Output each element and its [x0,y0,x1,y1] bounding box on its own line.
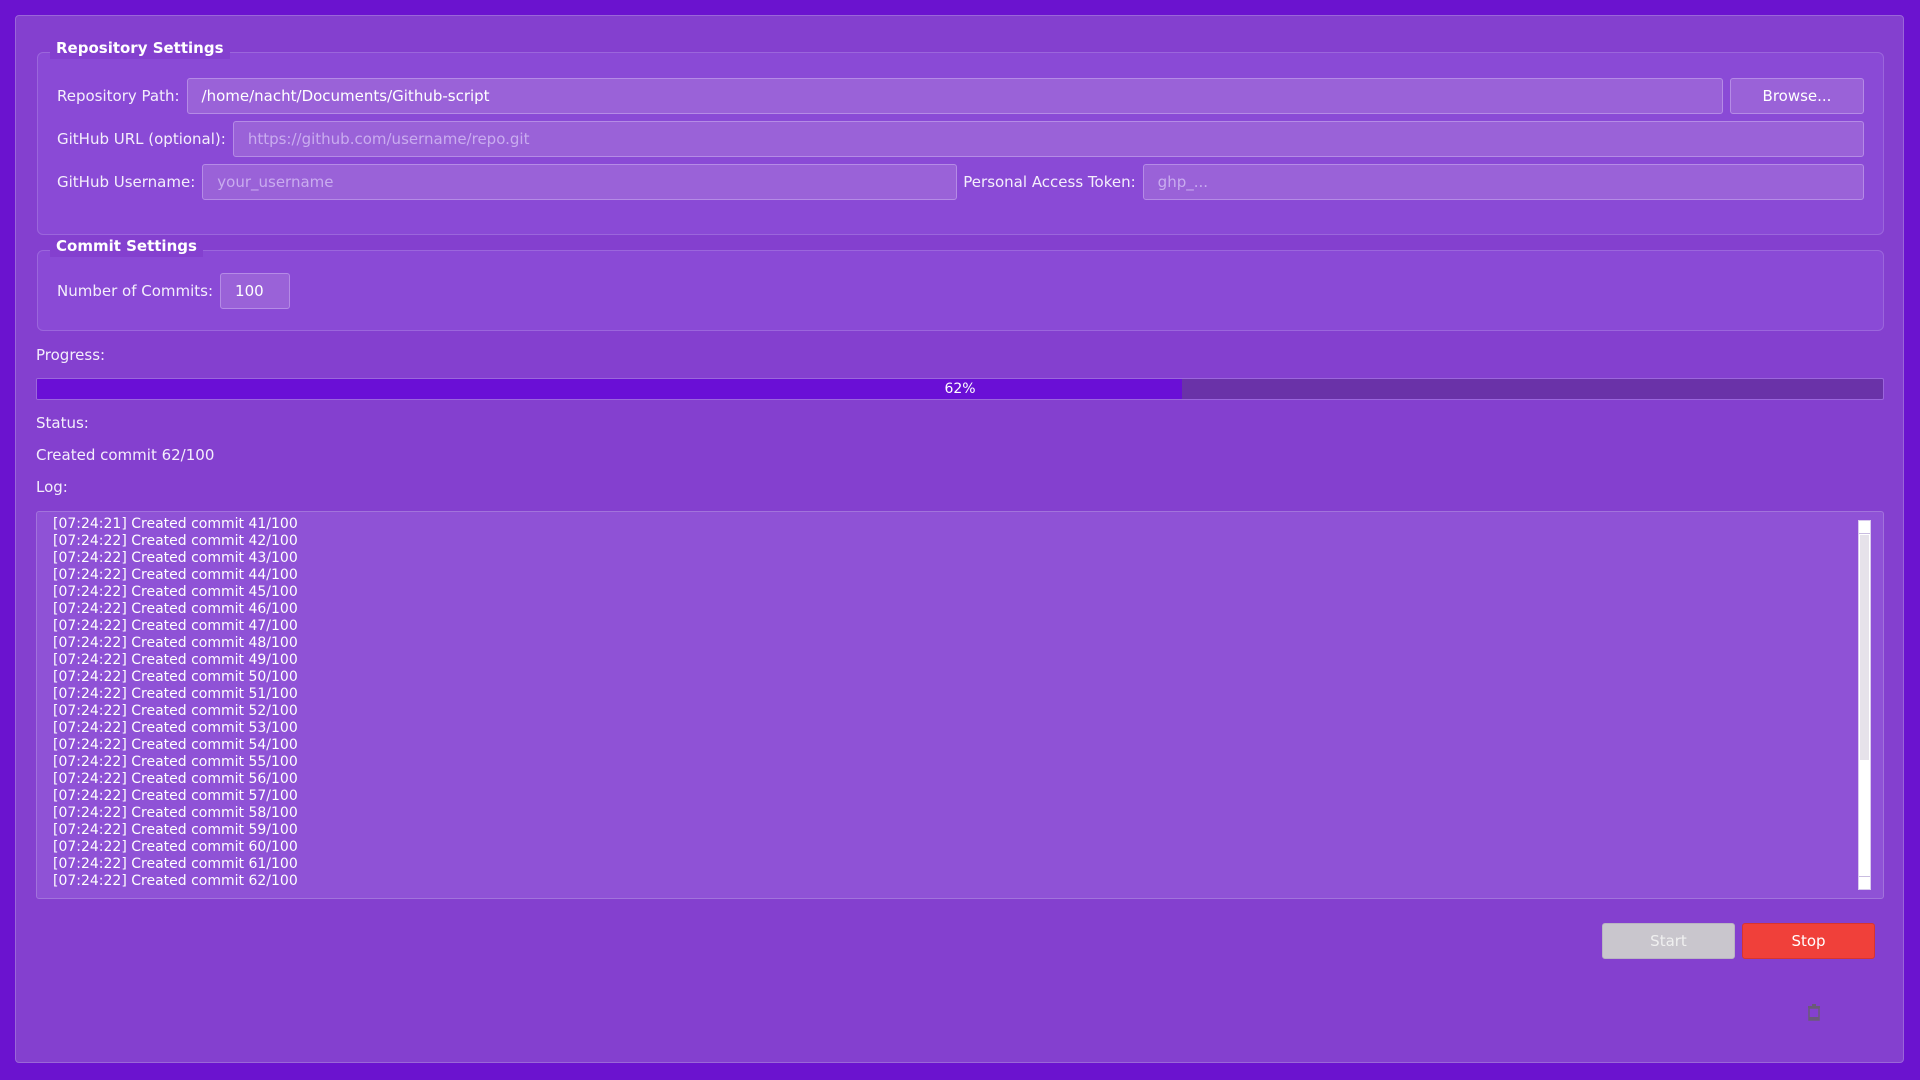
scroll-up-arrow[interactable] [1859,521,1870,534]
log-line: [07:24:22] Created commit 52/100 [53,703,298,719]
trash-icon[interactable] [1806,1003,1822,1021]
log-line: [07:24:22] Created commit 48/100 [53,635,298,651]
log-line: [07:24:22] Created commit 50/100 [53,669,298,685]
log-line: [07:24:22] Created commit 61/100 [53,856,298,872]
log-line: [07:24:22] Created commit 56/100 [53,771,298,787]
repository-settings-title: Repository Settings [50,37,230,59]
commit-settings-title: Commit Settings [50,235,203,257]
repository-path-input[interactable]: /home/nacht/Documents/Github-script [186,78,1723,114]
log-line: [07:24:22] Created commit 62/100 [53,873,298,889]
status-label: Status: [36,414,89,432]
log-line: [07:24:22] Created commit 53/100 [53,720,298,736]
commit-count-label: Number of Commits: [57,282,214,300]
log-line: [07:24:22] Created commit 42/100 [53,533,298,549]
log-line: [07:24:21] Created commit 41/100 [53,516,298,532]
log-line: [07:24:22] Created commit 49/100 [53,652,298,668]
log-line: [07:24:22] Created commit 55/100 [53,754,298,770]
stop-button[interactable]: Stop [1742,923,1875,959]
commit-count-input[interactable]: 100 [220,273,291,309]
github-url-label: GitHub URL (optional): [57,130,226,148]
log-scrollbar[interactable] [1858,520,1871,890]
progress-percent: 62% [944,381,976,397]
log-output[interactable]: [07:24:21] Created commit 41/100 [07:24:2… [36,511,1884,899]
log-line: [07:24:22] Created commit 46/100 [53,601,298,617]
progress-label: Progress: [36,346,106,364]
log-line: [07:24:22] Created commit 43/100 [53,550,298,566]
log-line: [07:24:22] Created commit 51/100 [53,686,298,702]
commit-settings-group: Commit Settings Number of Commits: 100 [37,235,1884,331]
log-lines: [07:24:21] Created commit 41/100 [07:24:2… [53,516,1853,890]
log-line: [07:24:22] Created commit 60/100 [53,839,298,855]
commit-count-row: Number of Commits: 100 [57,272,1864,310]
log-line: [07:24:22] Created commit 45/100 [53,584,298,600]
start-button[interactable]: Start [1602,923,1735,959]
github-username-input[interactable]: your_username [202,164,958,200]
scroll-down-arrow[interactable] [1859,876,1870,889]
access-token-label: Personal Access Token: [963,173,1136,191]
log-line: [07:24:22] Created commit 59/100 [53,822,298,838]
log-line: [07:24:22] Created commit 54/100 [53,737,298,753]
progress-bar: 62% [36,378,1884,400]
credentials-row: GitHub Username: your_username Personal … [57,163,1864,201]
log-line: [07:24:22] Created commit 57/100 [53,788,298,804]
repository-path-row: Repository Path: /home/nacht/Documents/G… [57,77,1864,115]
browse-button[interactable]: Browse... [1730,78,1864,114]
access-token-input[interactable]: ghp_... [1142,164,1864,200]
github-url-input[interactable]: https://github.com/username/repo.git [232,121,1864,157]
scroll-thumb[interactable] [1860,535,1869,760]
log-line: [07:24:22] Created commit 47/100 [53,618,298,634]
log-line: [07:24:22] Created commit 58/100 [53,805,298,821]
repository-path-label: Repository Path: [57,87,180,105]
github-url-row: GitHub URL (optional): https://github.co… [57,120,1864,158]
status-text: Created commit 62/100 [36,446,215,464]
log-label: Log: [36,478,68,496]
log-line: [07:24:22] Created commit 44/100 [53,567,298,583]
github-username-label: GitHub Username: [57,173,196,191]
repository-settings-group: Repository Settings Repository Path: /ho… [37,37,1884,235]
